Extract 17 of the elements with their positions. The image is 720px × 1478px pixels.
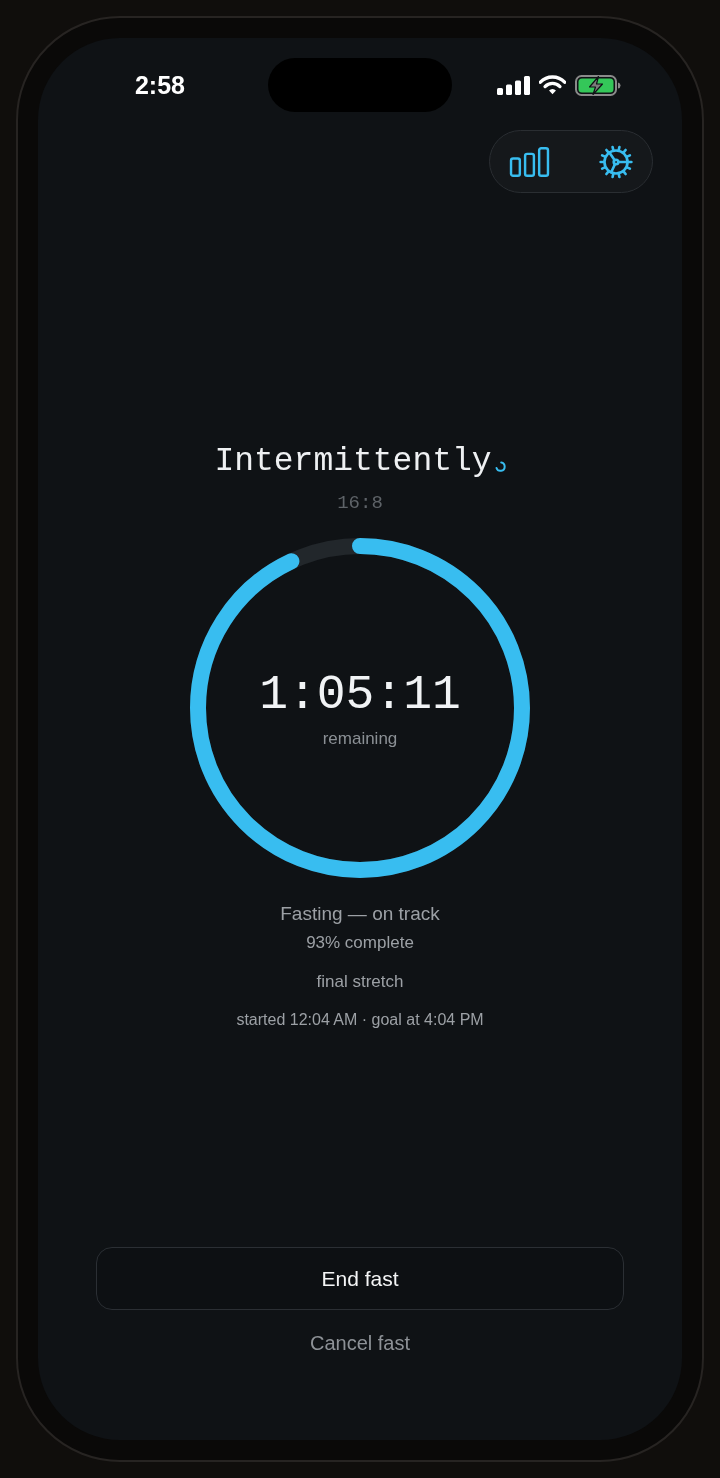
arc-icon	[494, 461, 506, 473]
bar-chart-icon[interactable]	[509, 146, 550, 177]
countdown-time: 1:05:11	[259, 671, 461, 719]
plan-label: 16:8	[336, 492, 384, 514]
status-headline: Fasting — on track	[279, 902, 441, 926]
cancel-fast-link[interactable]: Cancel fast	[309, 1331, 411, 1355]
charging-battery-icon	[575, 74, 621, 96]
signal-icon	[497, 75, 530, 95]
progress-percent: 93% complete	[305, 932, 415, 954]
phase-label: final stretch	[315, 971, 405, 993]
settings-icon[interactable]	[599, 144, 633, 179]
countdown-caption: remaining	[321, 729, 399, 749]
end-fast-button[interactable]: End fast	[96, 1247, 624, 1310]
status-time: 2:58	[134, 72, 185, 98]
schedule-text: started 12:04 AM · goal at 4:04 PM	[235, 1010, 485, 1030]
wifi-icon	[539, 75, 566, 95]
app-title: Intermittently	[214, 443, 492, 481]
